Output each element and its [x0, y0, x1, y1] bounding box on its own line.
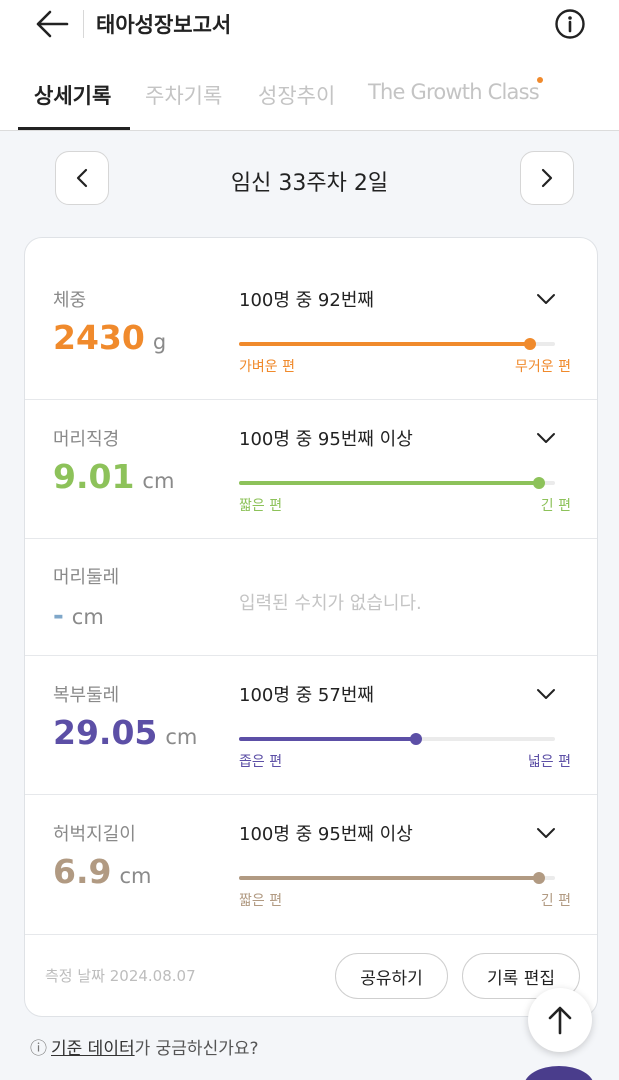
percentile-marker	[533, 477, 546, 489]
measurement-unit: cm	[119, 864, 152, 888]
info-small-icon: ⓘ	[30, 1039, 47, 1059]
measurement-label: 허벅지길이	[53, 824, 136, 845]
measurement-row-femur-length[interactable]: 허벅지길이 6.9 cm 100명 중 95번째 이상 짧은 편 긴 편	[25, 795, 597, 935]
measurement-number: 9.01	[53, 457, 135, 496]
measurement-label: 머리둘레	[53, 567, 120, 588]
help-suffix: 가 궁금하신가요?	[134, 1039, 259, 1059]
measurement-label: 체중	[53, 290, 87, 311]
measurement-date: 측정 날짜 2024.08.07	[45, 967, 196, 985]
measurement-value: 29.05 cm	[53, 713, 197, 752]
card-footer: 측정 날짜 2024.08.07 공유하기 기록 편집	[25, 935, 597, 1016]
scale-low-label: 짧은 편	[239, 893, 283, 909]
arrow-up-icon	[548, 1006, 572, 1035]
measurement-number: 6.9	[53, 852, 112, 891]
measurement-unit: cm	[165, 725, 198, 749]
chevron-down-icon[interactable]	[535, 826, 557, 840]
percentile-rank: 100명 중 57번째	[239, 685, 374, 706]
percentile-rank: 100명 중 92번째	[239, 290, 374, 311]
tab-detail-record[interactable]: 상세기록	[34, 80, 111, 110]
percentile-fill	[239, 876, 540, 880]
tab-growth-trend[interactable]: 성장추이	[258, 80, 335, 110]
scale-high-label: 긴 편	[540, 893, 571, 909]
page-title: 태아성장보고서	[96, 13, 232, 37]
scroll-to-top-button[interactable]	[528, 988, 592, 1052]
info-icon[interactable]	[554, 8, 586, 40]
scale-low-label: 가벼운 편	[239, 359, 295, 375]
chevron-down-icon[interactable]	[535, 431, 557, 445]
percentile-marker	[409, 733, 422, 745]
percentile-rank: 100명 중 95번째 이상	[239, 824, 413, 845]
percentile-marker	[533, 872, 546, 884]
share-button[interactable]: 공유하기	[335, 953, 448, 999]
percentile-fill	[239, 737, 416, 741]
measurement-value: 9.01 cm	[53, 457, 174, 496]
measurement-unit: g	[152, 330, 167, 354]
scale-low-label: 짧은 편	[239, 498, 283, 514]
measurement-value: 6.9 cm	[53, 852, 151, 891]
active-tab-indicator	[18, 127, 130, 130]
percentile-fill	[239, 342, 530, 346]
percentile-marker	[523, 338, 536, 350]
measurement-label: 머리직경	[53, 429, 120, 450]
scale-high-label: 넓은 편	[527, 754, 571, 770]
measurement-number: 2430	[53, 318, 145, 357]
percentile-fill	[239, 481, 540, 485]
measurement-row-head-diameter[interactable]: 머리직경 9.01 cm 100명 중 95번째 이상 짧은 편 긴 편	[25, 400, 597, 539]
app-header: 태아성장보고서	[0, 0, 619, 50]
measurement-value: - cm	[53, 601, 104, 631]
percentile-track	[239, 338, 555, 350]
chevron-down-icon[interactable]	[535, 687, 557, 701]
measurement-row-weight[interactable]: 체중 2430 g 100명 중 92번째 가벼운 편 무거운 편	[25, 238, 597, 400]
content-area: 임신 33주차 2일 체중 2430 g 100명 중 92번째 가벼운 편 무…	[0, 131, 619, 1080]
measurement-row-head-circumference[interactable]: 머리둘레 - cm 입력된 수치가 없습니다.	[25, 539, 597, 656]
empty-value-message: 입력된 수치가 없습니다.	[239, 593, 422, 614]
measurement-label: 복부둘레	[53, 685, 120, 706]
back-arrow-icon[interactable]	[34, 8, 70, 40]
percentile-rank: 100명 중 95번째 이상	[239, 429, 413, 450]
header-divider	[83, 10, 84, 38]
percentile-track	[239, 872, 555, 884]
chevron-down-icon[interactable]	[535, 292, 557, 306]
tab-bar: 상세기록 주차기록 성장추이 The Growth Class	[0, 62, 619, 131]
reference-data-help: ⓘ 기준 데이터 가 궁금하신가요?	[30, 1034, 259, 1059]
scale-high-label: 무거운 편	[515, 359, 571, 375]
percentile-track	[239, 477, 555, 489]
tab-growth-class[interactable]: The Growth Class	[368, 80, 540, 104]
measurement-card: 체중 2430 g 100명 중 92번째 가벼운 편 무거운 편 머리직경 9…	[24, 237, 598, 1017]
measurement-number: 29.05	[53, 713, 158, 752]
scale-low-label: 좁은 편	[239, 754, 283, 770]
measurement-unit: cm	[142, 469, 175, 493]
measurement-number: -	[53, 601, 64, 631]
measurement-value: 2430 g	[53, 318, 166, 357]
measurement-unit: cm	[71, 605, 104, 629]
next-week-button[interactable]	[520, 151, 574, 205]
chevron-right-icon	[541, 168, 553, 188]
measurement-row-abdominal-circumference[interactable]: 복부둘레 29.05 cm 100명 중 57번째 좁은 편 넓은 편	[25, 656, 597, 795]
new-badge-dot	[537, 77, 543, 83]
reference-data-link[interactable]: 기준 데이터	[51, 1034, 135, 1059]
scale-high-label: 긴 편	[540, 498, 571, 514]
tab-weekly-record[interactable]: 주차기록	[145, 80, 222, 110]
percentile-track	[239, 733, 555, 745]
